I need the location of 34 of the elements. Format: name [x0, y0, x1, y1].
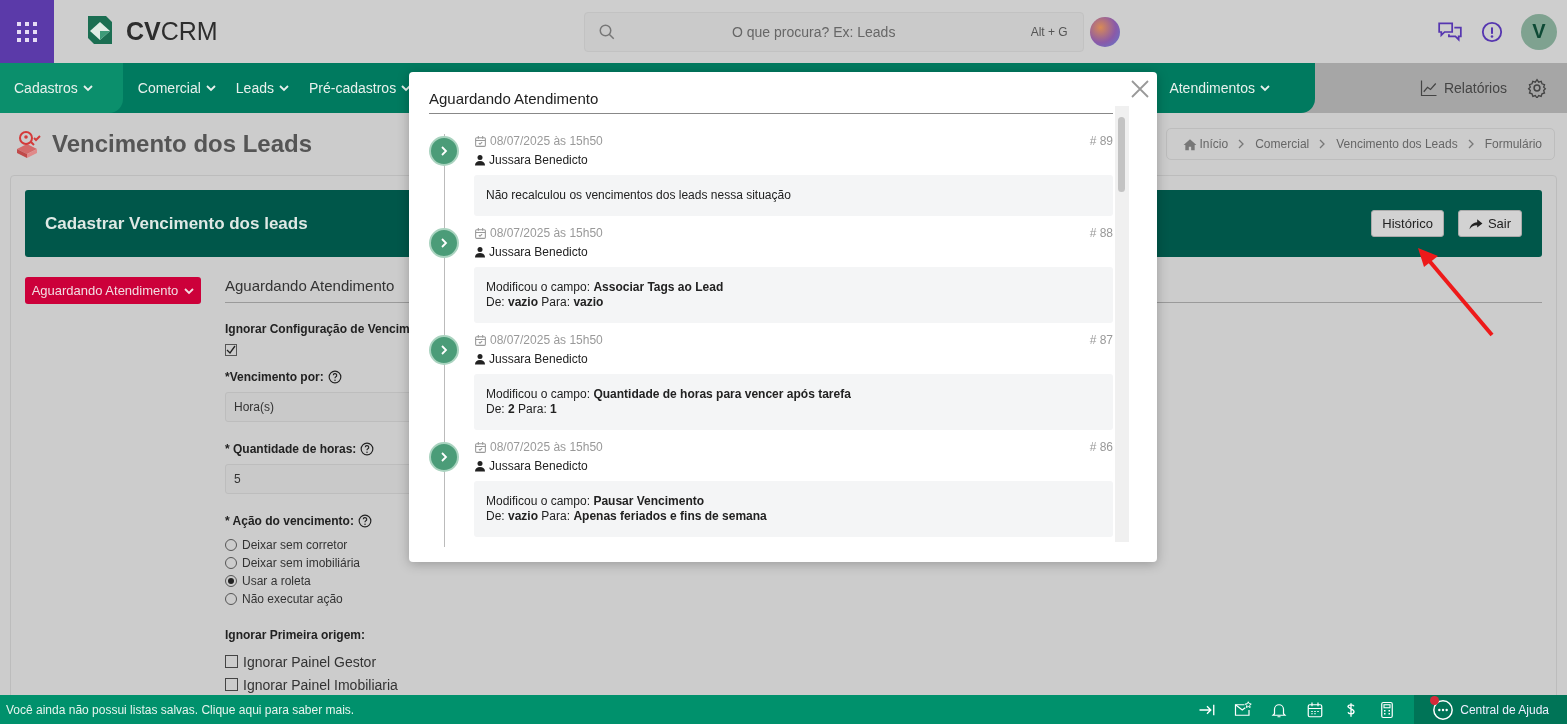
entry-date: 08/07/2025 às 15h50 [490, 226, 603, 240]
field-label: * Quantidade de horas: [225, 442, 357, 456]
entry-date: 08/07/2025 às 15h50 [490, 440, 603, 454]
checkbox-label: Ignorar Painel Imobiliaria [243, 676, 398, 693]
entry-date: 08/07/2025 às 15h50 [490, 134, 603, 148]
entry-number: # 89 [1089, 134, 1113, 148]
dialog-title: Aguardando Atendimento [429, 90, 1113, 114]
message-line: De: vazio Para: Apenas feriados e fins de semana [486, 509, 768, 524]
entry-number: # 87 [1089, 333, 1113, 347]
page-title: Vencimento dos Leads [52, 130, 313, 158]
entry-author: Jussara Benedicto [489, 459, 588, 473]
field-label: Ignorar Configuração de Vencim [225, 322, 410, 336]
entry-number: # 86 [1089, 440, 1113, 454]
entry-date: 08/07/2025 às 15h50 [490, 333, 603, 347]
message-line: Modificou o campo: Pausar Vencimento [486, 494, 706, 509]
field-label: *Vencimento por: [225, 370, 324, 384]
entry-author: Jussara Benedicto [489, 245, 588, 259]
field-label: Ignorar Primeira origem: [225, 628, 366, 642]
message-line: Não recalculou os vencimentos dos leads nessa situação [486, 188, 792, 203]
radio-label: Deixar sem corretor [242, 538, 348, 552]
message-line: Modificou o campo: Quantidade de horas para vencer após tarefa [486, 387, 852, 402]
radio-label: Usar a roleta [242, 574, 311, 588]
radio-label: Deixar sem imobiliária [242, 556, 361, 570]
message-line: De: 2 Para: 1 [486, 402, 558, 417]
message-line: Modificou o campo: Associar Tags ao Lead [486, 280, 725, 295]
radio-label: Não executar ação [242, 592, 343, 606]
entry-author: Jussara Benedicto [489, 153, 588, 167]
shortcut-hint: Alt + G [1030, 24, 1068, 39]
checkbox-label: Ignorar Painel Gestor [243, 653, 377, 670]
field-label: * Ação do vencimento: [225, 514, 354, 528]
entry-author: Jussara Benedicto [489, 352, 588, 366]
card-title: Cadastrar Vencimento dos leads [45, 213, 308, 234]
logo-text: CVCRM [126, 17, 218, 46]
entry-number: # 88 [1089, 226, 1113, 240]
